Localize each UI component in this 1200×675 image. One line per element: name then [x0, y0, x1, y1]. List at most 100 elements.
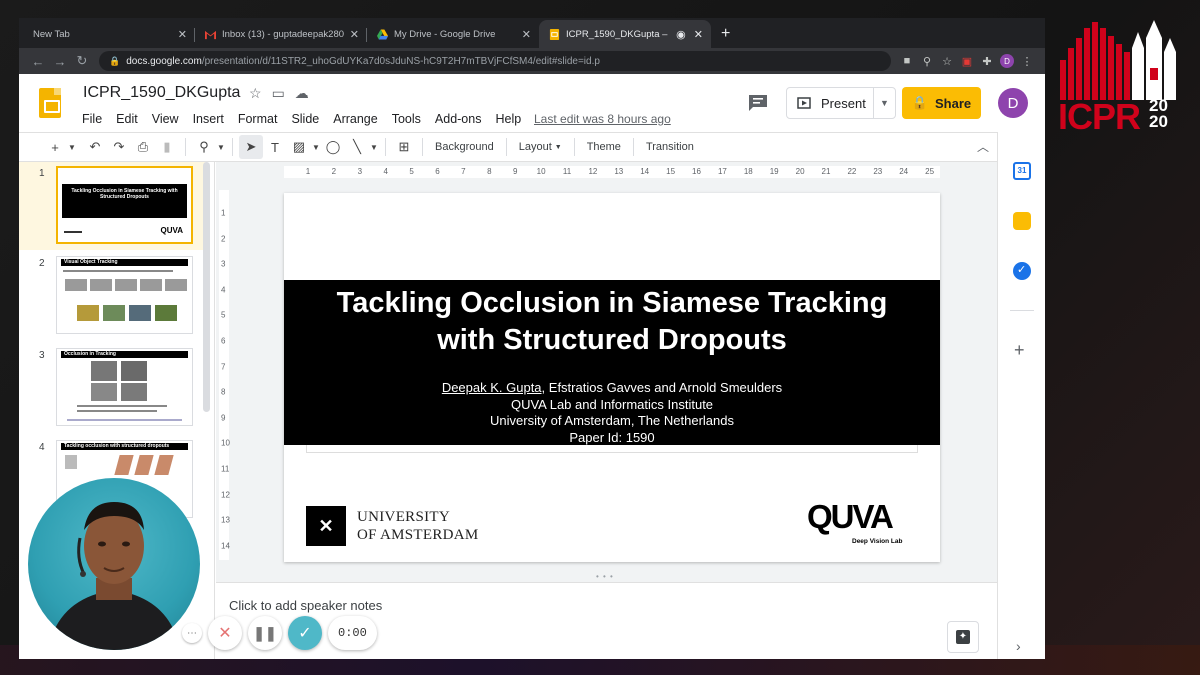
slides-home-icon[interactable] [39, 88, 61, 118]
menu-file[interactable]: File [82, 112, 102, 126]
close-icon[interactable]: ✕ [178, 28, 187, 41]
shape-icon[interactable]: ◯ [321, 135, 345, 159]
notes-resize-handle[interactable]: • • • [596, 572, 614, 581]
chevron-down-icon[interactable]: ▼ [67, 135, 77, 159]
slide-title[interactable]: Tackling Occlusion in Siamese Tracking w… [284, 285, 940, 359]
add-comment-icon[interactable]: ⊞ [392, 135, 416, 159]
tab-slides-active[interactable]: ICPR_1590_DKGupta – Goo ◉ ✕ [539, 20, 711, 48]
menu-dots-icon[interactable]: ⋮ [1017, 51, 1037, 71]
slide-title-line-1: Tackling Occlusion in Siamese Tracking [336, 287, 888, 319]
current-slide[interactable]: Tackling Occlusion in Siamese Tracking w… [284, 193, 940, 562]
cloud-status-icon[interactable]: ☁ [295, 85, 309, 102]
layout-button[interactable]: Layout ▼ [513, 141, 568, 153]
url-field[interactable]: 🔒 docs.google.com /presentation/d/11STR2… [99, 51, 891, 71]
chevron-down-icon[interactable]: ▼ [216, 135, 226, 159]
menu-add-ons[interactable]: Add-ons [435, 112, 482, 126]
chevron-right-icon[interactable]: › [1016, 638, 1021, 654]
slide-thumbnail[interactable]: Tackling Occlusion in Siamese Tracking w… [56, 166, 193, 244]
slide-thumbnail-row[interactable]: 1 Tackling Occlusion in Siamese Tracking… [19, 162, 205, 250]
uva-logo[interactable]: ✕ UNIVERSITY OF AMSTERDAM [306, 506, 479, 546]
back-icon[interactable]: ← [27, 54, 49, 69]
menu-tools[interactable]: Tools [392, 112, 421, 126]
slide-thumbnail[interactable]: Occlusion in Tracking [56, 348, 193, 426]
comment-icon[interactable] [747, 93, 769, 113]
profile-button[interactable]: D [997, 51, 1017, 71]
menu-insert[interactable]: Insert [193, 112, 224, 126]
cancel-recording-button[interactable]: ✕ [208, 616, 242, 650]
extension-pdf-icon[interactable]: ▣ [957, 51, 977, 71]
menu-arrange[interactable]: Arrange [333, 112, 377, 126]
thumb-text-line [77, 405, 167, 407]
close-icon[interactable]: ✕ [694, 28, 703, 41]
reload-icon[interactable]: ↻ [71, 53, 93, 69]
forward-icon[interactable]: → [49, 54, 71, 69]
calendar-icon[interactable]: 31 [1013, 162, 1031, 180]
menu-help[interactable]: Help [495, 112, 521, 126]
new-slide-icon[interactable]: + [43, 135, 67, 159]
new-tab-button[interactable]: + [711, 20, 740, 48]
paint-format-icon[interactable]: ▮ [155, 135, 179, 159]
slide-thumbnail[interactable]: Visual Object Tracking [56, 256, 193, 334]
zoom-icon[interactable]: ⚲ [917, 51, 937, 71]
move-folder-icon[interactable]: ▭ [272, 85, 285, 102]
slide-thumbnail-row[interactable]: 2 Visual Object Tracking [19, 252, 205, 340]
undo-icon[interactable]: ↶ [83, 135, 107, 159]
share-button[interactable]: 🔒 Share [902, 87, 981, 119]
chevron-down-icon[interactable]: ▼ [369, 135, 379, 159]
quva-logo[interactable]: QUVA Deep Vision Lab [807, 498, 917, 545]
text-box-icon[interactable]: T [263, 135, 287, 159]
thumb-image [134, 455, 154, 475]
close-icon[interactable]: ✕ [522, 28, 531, 41]
zoom-icon[interactable]: ⚲ [192, 135, 216, 159]
extensions-puzzle-icon[interactable]: ✚ [977, 51, 997, 71]
transition-button[interactable]: Transition [640, 141, 700, 153]
title-actions: ☆ ▭ ☁ [249, 85, 309, 102]
image-icon[interactable]: ▨ [287, 135, 311, 159]
ruler-tick-label: 12 [221, 490, 230, 500]
tab-new-tab[interactable]: New Tab ✕ [23, 20, 195, 48]
ruler-tick-label: 10 [536, 167, 546, 176]
last-edit-link[interactable]: Last edit was 8 hours ago [534, 112, 671, 126]
slide-subtitle[interactable]: Deepak K. Gupta, Efstratios Gavves and A… [284, 380, 940, 446]
select-cursor-icon[interactable]: ➤ [239, 135, 263, 159]
collapse-toolbar-icon[interactable]: ︿ [977, 138, 989, 155]
tab-gmail[interactable]: Inbox (13) - guptadeepak2806 ✕ [195, 20, 367, 48]
url-host: docs.google.com [126, 55, 202, 67]
theme-button[interactable]: Theme [581, 141, 627, 153]
document-title[interactable]: ICPR_1590_DKGupta [83, 84, 240, 102]
menu-view[interactable]: View [152, 112, 179, 126]
redo-icon[interactable]: ↷ [107, 135, 131, 159]
ruler-tick-label: 14 [221, 541, 230, 551]
finish-recording-button[interactable]: ✓ [288, 616, 322, 650]
menu-format[interactable]: Format [238, 112, 278, 126]
tasks-icon[interactable] [1013, 262, 1031, 280]
account-avatar[interactable]: D [998, 88, 1028, 118]
line-icon[interactable]: ╲ [345, 135, 369, 159]
tab-google-drive[interactable]: My Drive - Google Drive ✕ [367, 20, 539, 48]
menu-slide[interactable]: Slide [291, 112, 319, 126]
filmstrip-scrollbar[interactable] [203, 162, 210, 412]
menu-edit[interactable]: Edit [116, 112, 138, 126]
pause-recording-button[interactable]: ❚❚ [248, 616, 282, 650]
keep-icon[interactable] [1013, 212, 1031, 230]
slide-canvas: 1 2 3 4 5 6 7 8 9 10 11 12 13 14 15 16 17 18 19 20 21 22 23 24 2… [216, 162, 997, 582]
thumb-image [91, 383, 117, 401]
background-button[interactable]: Background [429, 141, 500, 153]
add-addon-icon[interactable]: + [1014, 340, 1025, 361]
star-icon[interactable]: ☆ [937, 51, 957, 71]
chevron-down-icon[interactable]: ▼ [311, 135, 321, 159]
print-icon[interactable]: ⎙ [131, 135, 155, 159]
author-main: Deepak K. Gupta [441, 380, 542, 395]
slide-thumbnail-row[interactable]: 3 Occlusion in Tracking [19, 344, 205, 432]
camera-icon[interactable]: ■ [897, 51, 917, 71]
ruler-tick-label: 7 [461, 167, 466, 176]
thumb-title: Tackling occlusion with structured dropo… [61, 443, 188, 450]
explore-button[interactable]: ✦ [947, 621, 979, 653]
close-icon[interactable]: ✕ [350, 28, 359, 41]
more-options-icon[interactable]: ⋯ [182, 623, 202, 643]
star-icon[interactable]: ☆ [249, 85, 262, 102]
present-dropdown-icon[interactable]: ▼ [873, 88, 895, 118]
present-button[interactable]: Present ▼ [786, 87, 896, 119]
ruler-tick-label: 4 [383, 167, 388, 176]
present-label: Present [821, 95, 866, 111]
